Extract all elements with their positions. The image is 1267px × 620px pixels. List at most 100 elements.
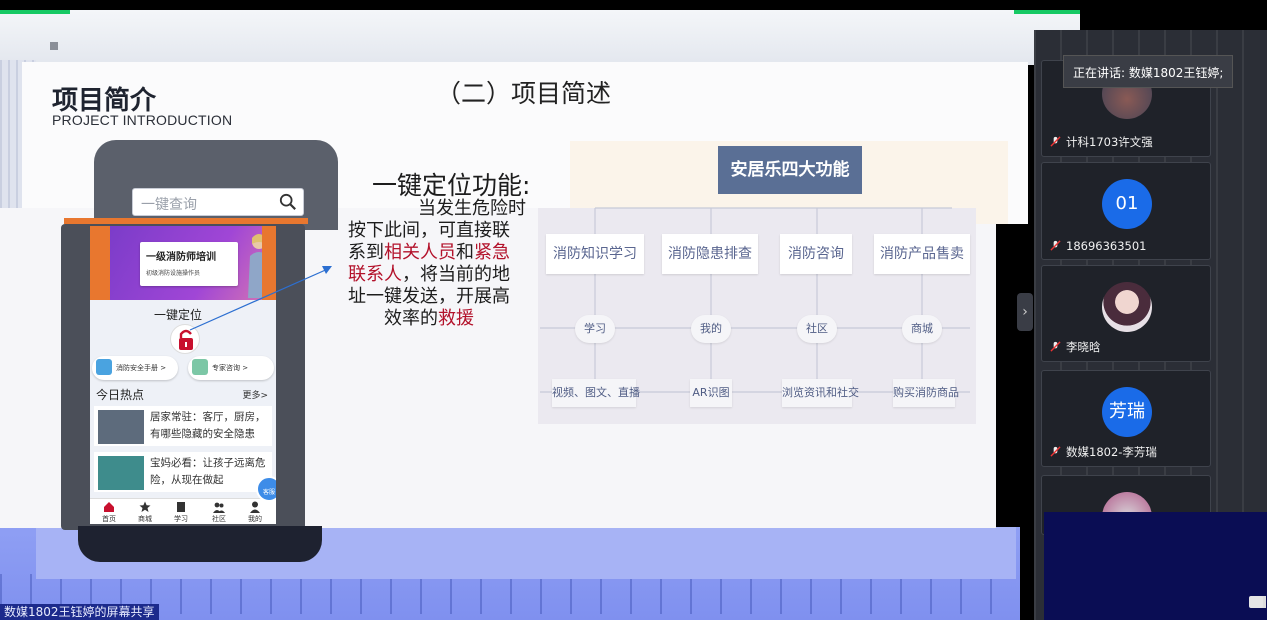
- phone-search-placeholder: 一键查询: [141, 197, 197, 213]
- slide-subtitle: PROJECT INTRODUCTION: [52, 112, 233, 128]
- participant-name: 李晓晗: [1050, 339, 1101, 355]
- banner-subtitle: 初级消防设施操作员: [146, 270, 201, 277]
- feature-text: 和: [456, 242, 474, 263]
- feature-text: 当发生危险时: [418, 198, 526, 219]
- mic-muted-icon: [1050, 446, 1061, 457]
- quick-actions: 消防安全手册 > 专家咨询 >: [90, 356, 276, 382]
- phone-tab-label: 学习: [174, 515, 188, 523]
- decor-line: [0, 10, 70, 14]
- star-icon: [139, 501, 151, 512]
- phone-tab: 商城: [128, 499, 162, 524]
- participant-name-text: 数媒1802-李芳瑞: [1066, 445, 1157, 459]
- mic-muted-icon: [1050, 240, 1061, 251]
- participant-avatar: [1102, 282, 1152, 332]
- participant-tile[interactable]: 李晓晗: [1041, 265, 1211, 362]
- diagram-detail: 视频、图文、直播: [552, 379, 640, 407]
- book-icon: [96, 359, 112, 375]
- diagram-category: 消防咨询: [780, 234, 852, 274]
- phone-search-box: 一键查询: [132, 188, 304, 216]
- diagram-header: 安居乐四大功能: [718, 146, 862, 194]
- hot-topics-heading: 今日热点: [96, 388, 145, 402]
- feature-line: 按下此间，可直接联: [348, 220, 510, 242]
- mic-muted-icon: [1050, 341, 1061, 352]
- diagram-sub-item: 社区: [797, 315, 837, 343]
- feature-text: 系到: [348, 242, 384, 263]
- slide-backdrop: [0, 10, 1080, 65]
- decor-line: [1014, 10, 1080, 14]
- phone-tab: 首页: [92, 499, 126, 524]
- banner-edge: [90, 226, 110, 300]
- mic-muted-icon: [1050, 136, 1061, 147]
- feature-line: 联系人，将当前的地: [348, 264, 510, 286]
- speaking-indicator: 正在讲话: 数媒1802王钰婷;: [1063, 55, 1233, 88]
- feature-highlight: 相关人员: [384, 242, 456, 263]
- news-text: 居家常驻：客厅，厨房，有哪些隐藏的安全隐患: [150, 411, 266, 440]
- screen-share-label: 数媒1802王钰婷的屏幕共享: [0, 604, 159, 620]
- lock-icon: [179, 329, 193, 350]
- diagram-sub-item: 商城: [902, 315, 942, 343]
- screen-share-status-icon[interactable]: [1249, 596, 1263, 608]
- diagram-sub-item: 我的: [691, 315, 731, 343]
- participant-name-text: 18696363501: [1066, 239, 1147, 253]
- search-icon: [279, 193, 296, 210]
- news-item: 居家常驻：客厅，厨房，有哪些隐藏的安全隐患: [94, 406, 272, 446]
- book-icon: [177, 502, 185, 512]
- home-icon: [104, 502, 114, 512]
- participant-name-text: 李晓晗: [1066, 340, 1101, 354]
- phone-tab-label: 商城: [138, 515, 152, 523]
- diagram-category: 消防产品售卖: [874, 234, 970, 274]
- feature-text: 效率的: [384, 308, 438, 329]
- participant-name: 数媒1802-李芳瑞: [1050, 444, 1157, 460]
- banner-card: 一级消防师培训 初级消防设施操作员: [140, 242, 238, 286]
- news-thumbnail: [98, 456, 144, 490]
- participant-avatar: 芳瑞: [1102, 387, 1152, 437]
- locate-label: 一键定位: [154, 308, 203, 322]
- news-item: 宝妈必看：让孩子远离危险，从现在做起: [94, 452, 272, 492]
- one-key-locate-button: [170, 324, 200, 354]
- participant-name: 18696363501: [1050, 239, 1146, 253]
- collapse-panel-button[interactable]: ›: [1017, 293, 1033, 331]
- feature-highlight: 联系人: [348, 264, 402, 285]
- people-icon: [213, 502, 225, 513]
- feature-text: 址一键发送，开展高: [348, 286, 510, 307]
- section-heading: （二）项目简述: [436, 79, 612, 108]
- news-thumbnail: [98, 410, 144, 444]
- hot-topics-more: 更多>: [242, 391, 268, 401]
- feature-line: 系到相关人员和紧急: [348, 242, 510, 264]
- phone-accent-bar: [64, 218, 308, 224]
- diagram-detail: 浏览资讯和社交: [782, 379, 859, 407]
- user-icon: [250, 501, 260, 513]
- feature-text: ，将当前的地: [402, 264, 510, 285]
- diagram-category: 消防知识学习: [546, 234, 644, 274]
- feature-title: 一键定位功能:: [372, 171, 531, 200]
- feature-line: 当发生危险时: [418, 198, 526, 220]
- customer-service-label: 客服: [262, 489, 275, 496]
- phone-tab: 我的: [238, 499, 272, 524]
- participant-tile[interactable]: 01 18696363501: [1041, 162, 1211, 260]
- consult-icon: [192, 359, 208, 375]
- chevron-right-icon: ›: [1022, 304, 1028, 320]
- feature-highlight: 救援: [438, 308, 474, 329]
- participant-tile[interactable]: 芳瑞 数媒1802-李芳瑞: [1041, 370, 1211, 467]
- phone-banner: 一级消防师培训 初级消防设施操作员: [110, 226, 276, 300]
- phone-tab-label: 我的: [248, 515, 262, 523]
- phone-tab: 社区: [202, 499, 236, 524]
- participant-name: 计科1703许文强: [1050, 134, 1153, 150]
- feature-highlight: 紧急: [474, 242, 510, 263]
- phone-frame: [78, 526, 322, 562]
- participant-name-text: 计科1703许文强: [1066, 135, 1153, 149]
- quick-button-manual: 消防安全手册 >: [92, 356, 178, 380]
- feature-line: 址一键发送，开展高: [348, 286, 510, 308]
- diagram-category: 消防隐患排查: [662, 234, 758, 274]
- diagram-sub-item: 学习: [575, 315, 615, 343]
- customer-service-button: 客服: [256, 476, 276, 502]
- banner-edge: [262, 226, 276, 300]
- decor-square: [50, 42, 58, 50]
- quick-button-expert: 专家咨询 >: [188, 356, 274, 380]
- participant-avatar: 01: [1102, 179, 1152, 229]
- quick-button-label: 专家咨询 >: [212, 364, 249, 372]
- phone-tab-label: 首页: [102, 515, 116, 523]
- banner-title: 一级消防师培训: [146, 252, 216, 263]
- phone-screen: 一级消防师培训 初级消防设施操作员 一键定位 消防安全手册 > 专家咨询 > 今…: [90, 226, 276, 524]
- phone-tab-bar: 首页 商城 学习 社区 我的: [90, 498, 276, 524]
